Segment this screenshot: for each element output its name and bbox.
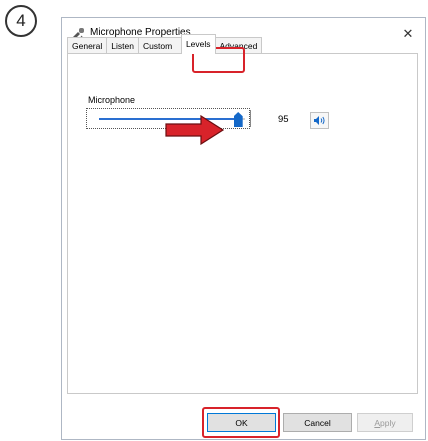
- tab-general[interactable]: General: [67, 37, 108, 54]
- tab-strip: General Listen Custom Levels Advanced: [67, 34, 263, 54]
- close-button[interactable]: ✕: [391, 18, 425, 49]
- slider-separator: [250, 110, 251, 127]
- tab-levels[interactable]: Levels: [180, 34, 216, 54]
- step-number-badge: 4: [5, 5, 37, 37]
- cancel-button[interactable]: Cancel: [283, 413, 352, 432]
- apply-label: pply: [380, 417, 396, 428]
- level-value: 95: [278, 114, 289, 125]
- ok-button[interactable]: OK: [207, 413, 276, 432]
- level-slider-thumb[interactable]: [233, 112, 243, 127]
- red-arrow-annotation: [165, 115, 225, 145]
- microphone-level-label: Microphone: [88, 95, 136, 105]
- mute-toggle-button[interactable]: [310, 112, 329, 129]
- tab-custom[interactable]: Custom: [137, 37, 182, 54]
- tab-advanced[interactable]: Advanced: [214, 37, 263, 54]
- speaker-icon: [314, 116, 325, 125]
- apply-button[interactable]: Apply: [357, 413, 413, 432]
- tab-listen[interactable]: Listen: [106, 37, 139, 54]
